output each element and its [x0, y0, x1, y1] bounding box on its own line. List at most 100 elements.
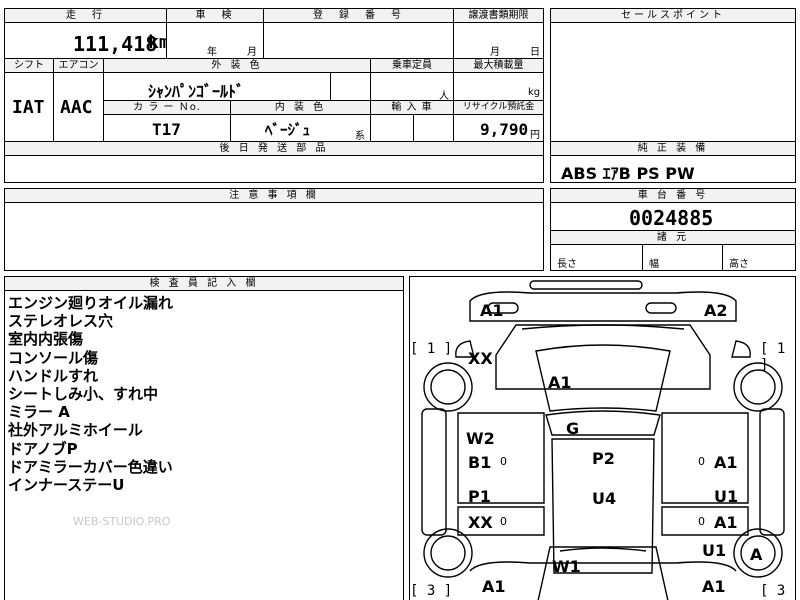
mark-small-zero-2: 0 [698, 455, 705, 468]
caution-cell [4, 202, 544, 271]
interior-color-cell: ﾍﾞｰｼﾞｭ 系 [230, 114, 371, 142]
mark-small-zero-1: 0 [500, 455, 507, 468]
registration-header: 登 録 番 号 [263, 8, 454, 23]
mark-fr-door: A1 [714, 453, 738, 472]
inspector-note: エンジン廻りオイル漏れ [8, 294, 174, 312]
sales-point-cell [550, 22, 796, 142]
capacity-cell: 人 [370, 72, 454, 101]
mark-rear-left: A1 [482, 577, 506, 596]
inspector-note: ドアミラーカバー色違い [8, 457, 173, 476]
import-header: 輸 入 車 [370, 100, 454, 115]
inspector-note: ハンドルすれ [8, 366, 99, 385]
inspector-notes-list: エンジン廻りオイル漏れ ステレオレス穴 室内内張傷 コンソール傷 ハンドルすれ シートしみ… [5, 291, 403, 494]
inspector-note: インナーステーU [8, 476, 125, 495]
mark-rear-right-bottom: A1 [702, 577, 726, 596]
transfer-cell: 月 日 [453, 22, 544, 59]
deferred-parts-cell [4, 155, 544, 183]
shift-cell: IAT [4, 72, 54, 142]
mark-rl-door-lower: XX [468, 513, 493, 532]
mark-rear-right: U1 [702, 541, 727, 560]
recycle-header: リサイクル預託金 [453, 100, 544, 115]
mark-rr-door-upper: U1 [714, 487, 739, 506]
inspection-year-label: 年 [207, 47, 217, 58]
mark-fl-door-lower: B1 [468, 453, 492, 472]
exterior-color-cell: ｼｬﾝﾊﾟﾝｺﾞｰﾙﾄﾞ [103, 72, 331, 101]
max-load-header: 最大積載量 [453, 58, 544, 73]
mark-front-right: A2 [704, 301, 728, 320]
car-diagram: A1 A2 XX A1 G W2 B1 P2 A1 P1 U4 U1 XX A1… [409, 276, 796, 600]
bracket-rear-right: [ 3 ] [760, 583, 786, 600]
inspection-cell: 年 月 [166, 22, 264, 59]
exterior-color-header: 外 装 色 [103, 58, 371, 73]
inspection-month-label: 月 [247, 47, 257, 58]
equipment-cell: ABS ｴｱB PS PW [550, 155, 796, 183]
height-label: 高さ [729, 259, 749, 270]
mileage-unit: km [148, 32, 166, 53]
mark-roof-mid: P2 [592, 449, 615, 468]
watermark: WEB-STUDIO.PRO [73, 515, 171, 528]
height-cell: 高さ [722, 244, 796, 271]
interior-color-header: 内 装 色 [230, 100, 371, 115]
inspector-note: コンソール傷 [8, 348, 99, 367]
dimensions-header: 諸 元 [550, 230, 796, 245]
mark-front-left: A1 [480, 301, 504, 320]
exterior-color-extra-cell [330, 72, 371, 101]
inspector-note: 室内内張傷 [8, 330, 84, 349]
transfer-month-label: 月 [490, 47, 500, 58]
registration-cell [263, 22, 454, 59]
interior-color-value: ﾍﾞｰｼﾞｭ [265, 121, 311, 139]
equipment-header: 純 正 装 備 [550, 141, 796, 156]
shift-header: シフト [4, 58, 54, 73]
mark-rr-door-lower: A1 [714, 513, 738, 532]
chassis-value: 0024885 [629, 206, 714, 230]
color-no-value: T17 [152, 120, 181, 139]
shift-value: IAT [12, 97, 45, 118]
caution-header: 注 意 事 項 欄 [4, 188, 544, 203]
mark-wheel-rr: A [750, 545, 763, 564]
length-cell: 長さ [550, 244, 643, 271]
mileage-value: 111,418 [73, 32, 158, 56]
transfer-day-label: 日 [530, 47, 540, 58]
max-load-cell: kg [453, 72, 544, 101]
transfer-header: 譲渡書類期限 [453, 8, 544, 23]
import-cell-1 [370, 114, 414, 142]
recycle-cell: 9,790 円 [453, 114, 544, 142]
sales-point-header: セールスポイント [550, 8, 796, 23]
inspection-header: 車 検 [166, 8, 264, 23]
mark-roof: G [566, 419, 580, 438]
aircon-header: エアコン [53, 58, 104, 73]
import-cell-2 [413, 114, 454, 142]
chassis-cell: 0024885 [550, 202, 796, 231]
recycle-value: 9,790 [480, 120, 529, 139]
chassis-header: 車 台 番 号 [550, 188, 796, 203]
mileage-header: 走 行 [4, 8, 167, 23]
interior-color-suffix: 系 [355, 131, 365, 142]
aircon-cell: AAC [53, 72, 104, 142]
mark-roof-rear: U4 [592, 489, 617, 508]
mark-windshield: A1 [548, 373, 572, 392]
inspector-notes-header: 検 査 員 記 入 欄 [4, 276, 404, 291]
length-label: 長さ [557, 259, 577, 270]
inspector-note: ステレオレス穴 [8, 312, 114, 331]
recycle-unit: 円 [530, 130, 540, 141]
bracket-rear-left: [ 3 ] [410, 583, 453, 599]
color-no-cell: T17 [103, 114, 231, 142]
width-cell: 幅 [642, 244, 723, 271]
mark-small-zero-3: 0 [500, 515, 507, 528]
exterior-color-value: ｼｬﾝﾊﾟﾝｺﾞｰﾙﾄﾞ [148, 82, 245, 101]
capacity-header: 乗車定員 [370, 58, 454, 73]
mark-fl-door-upper: W2 [466, 429, 495, 448]
mark-rear-window: W1 [552, 557, 581, 576]
aircon-value: AAC [60, 97, 93, 118]
deferred-parts-header: 後 日 発 送 部 品 [4, 141, 544, 156]
equipment-value: ABS ｴｱB PS PW [561, 164, 695, 183]
mileage-cell: 111,418 km [4, 22, 167, 59]
capacity-unit: 人 [439, 91, 449, 101]
inspector-note: 社外アルミホイール [8, 421, 143, 440]
inspector-note: シートしみ小、すれ中 [8, 385, 159, 404]
mark-small-zero-4: 0 [698, 515, 705, 528]
inspector-note: ミラー A [8, 403, 70, 422]
mark-hood: XX [468, 349, 493, 368]
bracket-front-left: [ 1 ] [410, 341, 453, 357]
inspector-note: ドアノブP [8, 439, 78, 458]
